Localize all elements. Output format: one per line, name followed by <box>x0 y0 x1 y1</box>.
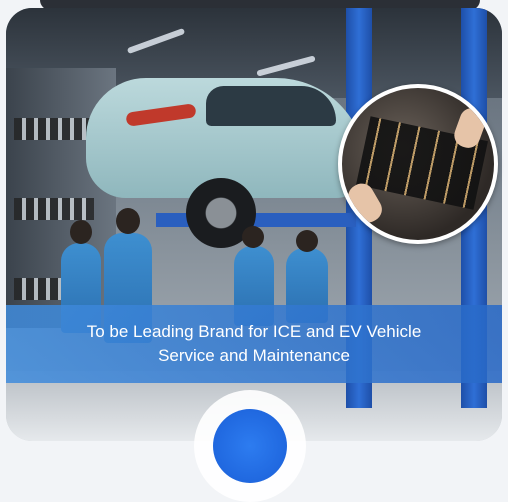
technician-head <box>296 230 318 252</box>
ev-battery-inset-photo <box>338 84 498 244</box>
tagline-text: To be Leading Brand for ICE and EV Vehic… <box>44 320 464 368</box>
technician-head <box>116 208 140 234</box>
technician-head <box>70 220 92 244</box>
tire-shelf <box>14 118 94 140</box>
car-window <box>206 86 336 126</box>
scroll-indicator-button[interactable] <box>213 409 287 483</box>
tagline-line-1: To be Leading Brand for ICE and EV Vehic… <box>86 322 422 341</box>
tire-shelf <box>14 198 94 220</box>
tagline-line-2: Service and Maintenance <box>158 346 350 365</box>
tagline-banner: To be Leading Brand for ICE and EV Vehic… <box>6 305 502 383</box>
technician-head <box>242 226 264 248</box>
